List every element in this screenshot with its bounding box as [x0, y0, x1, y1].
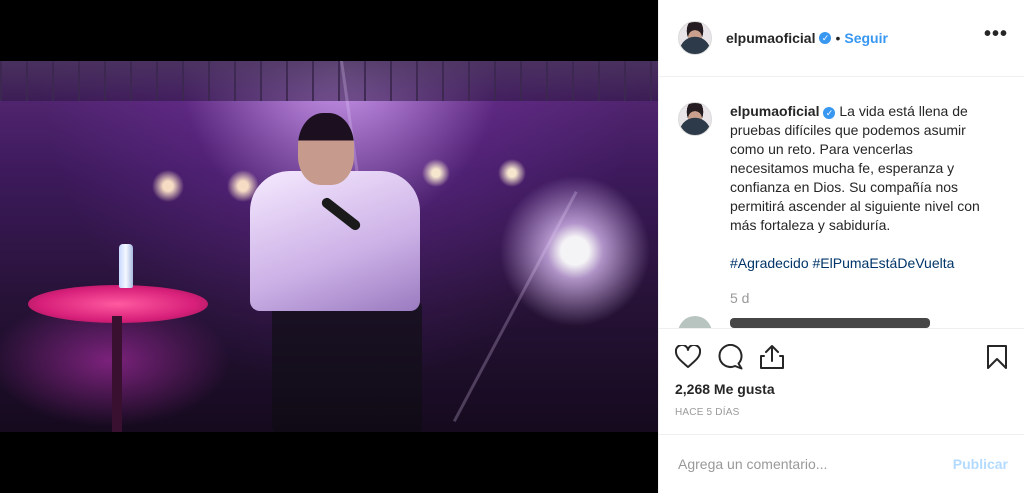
author-username[interactable]: elpumaoficial [726, 30, 815, 46]
post-caption: elpumaoficial ✓ La vida está llena de pru… [678, 102, 1008, 308]
caption-text: La vida está llena de pruebas difíciles … [730, 103, 980, 233]
publish-button[interactable]: Publicar [953, 456, 1008, 472]
post-photo[interactable] [0, 61, 658, 432]
like-count[interactable]: 2,268 Me gusta [675, 381, 1008, 397]
post-timestamp[interactable]: HACE 5 DÍAS [675, 407, 1008, 418]
hashtag-link[interactable]: #Agradecido [730, 255, 809, 271]
comment-icon[interactable] [717, 344, 743, 370]
stage-truss [0, 61, 658, 101]
caption-age: 5 d [730, 290, 750, 306]
separator-dot: • [835, 30, 841, 46]
follow-button[interactable]: Seguir [844, 30, 888, 46]
next-comment-avatar[interactable] [678, 316, 712, 328]
caption-body: elpumaoficial ✓ La vida está llena de pru… [730, 102, 995, 308]
singer-head [298, 113, 354, 185]
more-options-icon[interactable]: ••• [984, 24, 1008, 47]
caption-hashtags: #Agradecido #ElPumaEstáDeVuelta [730, 254, 995, 273]
instagram-post: elpumaoficial ✓ • Seguir ••• elpumaofici… [0, 0, 1024, 493]
add-comment-bar: Publicar [659, 434, 1024, 493]
singer-legs [272, 301, 422, 432]
author-avatar[interactable] [678, 21, 712, 55]
light-beam [452, 191, 578, 422]
singer-shirt [250, 171, 420, 311]
next-comment-text [730, 318, 930, 328]
share-icon[interactable] [759, 344, 785, 370]
comment-input[interactable] [678, 456, 953, 472]
hashtag-link[interactable]: #ElPumaEstáDeVuelta [813, 255, 955, 271]
caption-author-avatar[interactable] [678, 102, 712, 136]
bookmark-icon[interactable] [986, 344, 1008, 370]
comments-section[interactable]: elpumaoficial ✓ La vida está llena de pru… [659, 78, 1024, 328]
water-bottle [119, 244, 133, 288]
verified-badge-icon: ✓ [819, 32, 832, 44]
post-actions: 2,268 Me gusta HACE 5 DÍAS [659, 328, 1024, 418]
post-header: elpumaoficial ✓ • Seguir ••• [659, 0, 1024, 77]
verified-badge-icon: ✓ [823, 107, 836, 119]
action-icons [675, 329, 1008, 385]
heart-icon[interactable] [675, 345, 701, 369]
table-leg [112, 316, 122, 432]
post-media [0, 0, 658, 493]
post-sidebar: elpumaoficial ✓ • Seguir ••• elpumaofici… [658, 0, 1024, 493]
caption-author-username[interactable]: elpumaoficial [730, 103, 819, 119]
